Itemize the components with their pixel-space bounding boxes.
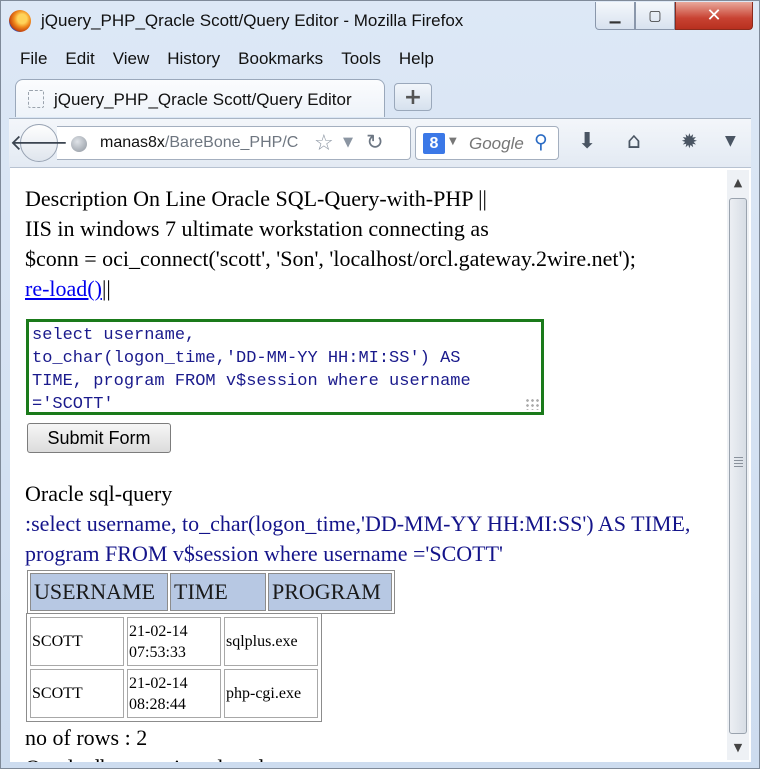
tab-query-editor[interactable]: jQuery_PHP_Qracle Scott/Query Editor	[15, 79, 385, 117]
new-tab-button[interactable]: +	[394, 83, 432, 111]
environment-line: IIS in windows 7 ultimate workstation co…	[25, 216, 489, 241]
cell-program: php-cgi.exe	[224, 669, 318, 718]
result-data-table: SCOTT 21-02-14 07:53:33 sqlplus.exe SCOTT…	[26, 613, 322, 722]
submit-form-button[interactable]: Submit Form	[27, 423, 171, 453]
cell-username: SCOTT	[30, 669, 124, 718]
column-header-time: TIME	[170, 573, 266, 611]
sql-query-textarea[interactable]: select username, to_char(logon_time,'DD-…	[26, 319, 544, 415]
page-content: Description On Line Oracle SQL-Query-wit…	[25, 184, 725, 762]
reload-line: re-load()||	[25, 274, 725, 304]
menu-chevron-icon[interactable]: ▼	[725, 133, 736, 149]
browser-window: jQuery_PHP_Qracle Scott/Query Editor - M…	[0, 0, 760, 769]
cell-date: 21-02-14	[129, 674, 188, 692]
scroll-down-icon[interactable]: ▼	[727, 738, 749, 758]
result-label: Oracle sql-query	[25, 481, 173, 506]
cell-program: sqlplus.exe	[224, 617, 318, 666]
bookmark-star-icon[interactable]: ☆	[314, 131, 334, 156]
home-icon[interactable]: ⌂	[627, 129, 641, 154]
table-row: SCOTT 21-02-14 07:53:33 sqlplus.exe	[30, 617, 318, 666]
cell-username: SCOTT	[30, 617, 124, 666]
result-header-table: USERNAME TIME PROGRAM	[27, 570, 395, 614]
cell-time: 21-02-14 08:28:44	[127, 669, 221, 718]
bug-icon[interactable]: ✹	[681, 129, 698, 153]
url-host: manas8x	[100, 134, 165, 151]
back-button[interactable]: 🡐	[10, 124, 69, 162]
firefox-logo-icon	[9, 10, 31, 32]
scroll-grip-icon	[734, 457, 743, 469]
column-header-program: PROGRAM	[268, 573, 392, 611]
tab-label: jQuery_PHP_Qracle Scott/Query Editor	[54, 90, 352, 109]
scroll-up-icon[interactable]: ▲	[727, 173, 749, 193]
cell-time: 21-02-14 07:53:33	[127, 617, 221, 666]
close-button[interactable]: ✕	[675, 2, 753, 30]
description-line: Description On Line Oracle SQL-Query-wit…	[25, 186, 487, 211]
cell-date: 21-02-14	[129, 622, 188, 640]
scroll-thumb[interactable]	[729, 198, 747, 734]
reload-link[interactable]: re-load()	[25, 276, 102, 301]
page-viewport: Description On Line Oracle SQL-Query-wit…	[10, 167, 751, 762]
engine-dropdown-icon[interactable]: ▼	[449, 136, 457, 147]
download-icon[interactable]: ⬇	[578, 129, 596, 154]
connection-closed-message: Oracle db conection closed	[25, 753, 264, 762]
menu-tools[interactable]: Tools	[332, 49, 390, 73]
sql-text: select username, to_char(logon_time,'DD-…	[32, 326, 471, 414]
cell-clock: 07:53:33	[129, 643, 186, 661]
title-bar: jQuery_PHP_Qracle Scott/Query Editor - M…	[1, 1, 759, 43]
google-engine-icon[interactable]: 8	[423, 133, 445, 154]
vertical-scrollbar[interactable]: ▲ ▼	[727, 170, 749, 760]
reload-suffix: ||	[101, 276, 111, 301]
url-path: /BareBone_PHP/C	[164, 134, 299, 151]
rows-count: no of rows : 2	[25, 725, 148, 750]
resize-grip-icon[interactable]	[525, 398, 539, 410]
menu-history[interactable]: History	[158, 49, 229, 73]
maximize-button[interactable]: ▢	[635, 2, 675, 30]
connection-line: $conn = oci_connect('scott', 'Son', 'loc…	[25, 246, 636, 271]
reload-icon[interactable]: ↻	[366, 130, 384, 154]
menu-file[interactable]: File	[11, 49, 56, 73]
menu-help[interactable]: Help	[390, 49, 443, 73]
search-placeholder: Google	[469, 134, 524, 153]
url-bar[interactable]: manas8x/BareBone_PHP/C ☆ ▼ ↻	[57, 126, 411, 160]
cell-clock: 08:28:44	[129, 695, 186, 713]
menu-view[interactable]: View	[104, 49, 159, 73]
menu-edit[interactable]: Edit	[56, 49, 103, 73]
back-arrow-icon: 🡐	[9, 131, 69, 156]
url-dropdown-icon[interactable]: ▼	[343, 135, 353, 150]
menu-bar: File Edit View History Bookmarks Tools H…	[11, 49, 443, 73]
table-row: SCOTT 21-02-14 08:28:44 php-cgi.exe	[30, 669, 318, 718]
navigation-toolbar: manas8x/BareBone_PHP/C ☆ ▼ ↻ 🡐 8 ▼ Googl…	[9, 118, 751, 167]
query-echo: :select username, to_char(logon_time,'DD…	[25, 511, 691, 566]
search-icon[interactable]: ⚲	[534, 131, 548, 153]
column-header-username: USERNAME	[30, 573, 168, 611]
url-text[interactable]: manas8x/BareBone_PHP/C	[100, 134, 310, 152]
tab-strip: jQuery_PHP_Qracle Scott/Query Editor +	[1, 77, 759, 119]
page-favicon-icon	[28, 90, 44, 108]
minimize-button[interactable]: ▁	[595, 2, 635, 30]
menu-bookmarks[interactable]: Bookmarks	[229, 49, 332, 73]
globe-icon	[71, 136, 87, 152]
search-bar[interactable]: 8 ▼ Google ⚲	[415, 126, 559, 160]
window-title: jQuery_PHP_Qracle Scott/Query Editor - M…	[41, 11, 464, 30]
